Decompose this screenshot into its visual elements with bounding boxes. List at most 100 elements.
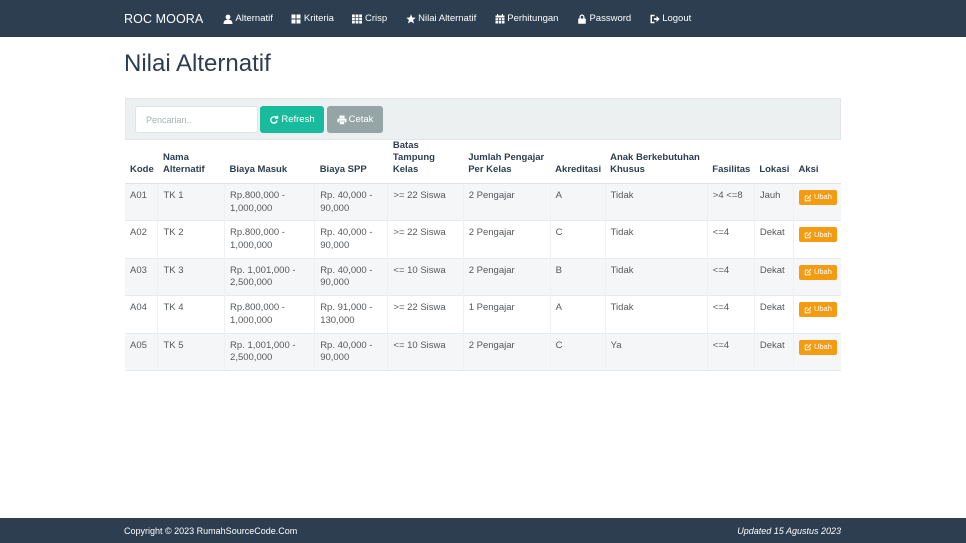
table-cell: <=4: [706, 332, 755, 371]
table-cell: B: [549, 257, 606, 296]
edit-label: Ubah: [813, 229, 832, 239]
table-cell: Rp. 40,000 - 90,000: [314, 257, 388, 296]
table-cell: Rp.800,000 - 1,000,000: [224, 182, 315, 221]
column-header: Aksi: [793, 140, 841, 184]
action-cell: Ubah: [792, 332, 841, 371]
table-cell: TK 3: [157, 257, 225, 296]
table-cell: Rp. 1,001,000 - 2,500,000: [224, 332, 315, 371]
table-cell: Rp. 40,000 - 90,000: [314, 220, 388, 259]
table-cell: Rp. 40,000 - 90,000: [314, 332, 388, 371]
edit-button[interactable]: Ubah: [798, 190, 837, 205]
nav-item-logout[interactable]: Logout: [649, 13, 691, 24]
table-cell: 2 Pengajar: [462, 257, 551, 296]
column-header[interactable]: Batas Tampung Kelas: [387, 140, 464, 184]
table-cell: C: [549, 332, 606, 371]
column-header[interactable]: Lokasi: [754, 140, 794, 184]
action-cell: Ubah: [792, 182, 841, 221]
column-header[interactable]: Akreditasi: [550, 140, 606, 184]
column-header[interactable]: Kode: [125, 140, 158, 184]
table-cell: A: [549, 295, 606, 334]
lock-icon: [576, 13, 587, 24]
nav-item-label: Password: [589, 13, 632, 24]
column-header[interactable]: Fasilitas: [707, 140, 755, 184]
table-cell: Rp. 1,001,000 - 2,500,000: [224, 257, 315, 296]
edit-icon: [804, 306, 812, 313]
edit-button[interactable]: Ubah: [798, 339, 837, 355]
refresh-button[interactable]: Refresh: [260, 106, 324, 133]
copyright-text: Copyright © 2023 RumahSourceCode.Com: [124, 526, 298, 536]
edit-button[interactable]: Ubah: [798, 227, 837, 243]
table-row: A03 TK 3 Rp. 1,001,000 - 2,500,000 Rp. 4…: [125, 257, 841, 296]
table-cell: Dekat: [753, 295, 794, 334]
nav-item-kriteria[interactable]: Kriteria: [291, 13, 334, 24]
nav-item-perhitungan[interactable]: Perhitungan: [494, 13, 558, 24]
nav-item-crisp[interactable]: Crisp: [352, 13, 387, 24]
table-cell: TK 1: [157, 182, 225, 221]
action-cell: Ubah: [792, 257, 841, 296]
table-cell: A02: [125, 220, 158, 259]
edit-label: Ubah: [813, 192, 832, 202]
brand-link[interactable]: ROC MOORA: [124, 12, 203, 26]
table-row: A01 TK 1 Rp.800,000 - 1,000,000 Rp. 40,0…: [125, 182, 841, 221]
alternative-values-table: Kode Nama Alternatif Biaya Masuk Biaya S…: [125, 140, 841, 371]
edit-icon: [804, 343, 812, 351]
table-cell: >= 22 Siswa: [387, 182, 464, 221]
table-cell: >= 22 Siswa: [387, 295, 464, 334]
table-cell: A01: [125, 182, 158, 221]
action-cell: Ubah: [792, 295, 841, 334]
search-input[interactable]: [135, 106, 258, 133]
table-row: A05 TK 5 Rp. 1,001,000 - 2,500,000 Rp. 4…: [125, 332, 841, 371]
table-cell: <= 10 Siswa: [387, 332, 464, 371]
refresh-label: Refresh: [281, 114, 315, 125]
edit-label: Ubah: [813, 267, 832, 277]
table-cell: Tidak: [604, 257, 708, 296]
refresh-icon: [270, 114, 279, 124]
table-cell: C: [549, 220, 606, 259]
table-cell: A05: [125, 332, 158, 371]
nav-item-label: Alternatif: [235, 13, 273, 24]
table-cell: >4 <=8: [706, 182, 755, 221]
column-header[interactable]: Biaya SPP: [314, 140, 388, 184]
nav-item-password[interactable]: Password: [576, 13, 631, 24]
table-cell: Tidak: [604, 220, 708, 259]
table-cell: Tidak: [604, 295, 708, 334]
nav-item-nilai-alternatif[interactable]: Nilai Alternatif: [405, 13, 476, 24]
edit-icon: [804, 269, 812, 276]
edit-button[interactable]: Ubah: [798, 264, 837, 280]
toolbar-panel: Refresh Cetak: [125, 98, 841, 140]
table-cell: TK 4: [157, 295, 225, 334]
updated-text: Updated 15 Agustus 2023: [737, 526, 841, 536]
nav-item-label: Nilai Alternatif: [418, 13, 477, 24]
nav-item-label: Crisp: [364, 13, 388, 24]
nav-item-label: Kriteria: [303, 13, 334, 24]
table-cell: TK 2: [157, 220, 225, 259]
print-label: Cetak: [348, 114, 374, 125]
column-header[interactable]: Anak Berkebutuhan Khusus: [605, 140, 708, 184]
table-cell: <=4: [706, 220, 755, 259]
page-footer: Copyright © 2023 RumahSourceCode.Com Upd…: [0, 518, 966, 543]
column-header[interactable]: Nama Alternatif: [157, 140, 225, 184]
column-header[interactable]: Jumlah Pengajar Per Kelas: [463, 140, 551, 184]
table-row: A02 TK 2 Rp.800,000 - 1,000,000 Rp. 40,0…: [125, 220, 841, 259]
edit-icon: [804, 231, 812, 239]
print-button[interactable]: Cetak: [327, 106, 383, 133]
table-cell: 2 Pengajar: [462, 182, 551, 221]
table-cell: Dekat: [753, 257, 794, 296]
table-header-row: Kode Nama Alternatif Biaya Masuk Biaya S…: [125, 140, 841, 184]
edit-label: Ubah: [813, 304, 832, 314]
table-cell: <=4: [706, 257, 755, 296]
table-cell: A03: [125, 257, 158, 296]
edit-icon: [804, 194, 812, 201]
table-cell: 2 Pengajar: [462, 220, 551, 259]
th-icon: [352, 13, 363, 24]
nav-item-alternatif[interactable]: Alternatif: [222, 13, 273, 24]
table-cell: Dekat: [753, 220, 794, 259]
table-cell: Rp.800,000 - 1,000,000: [224, 295, 315, 334]
column-header[interactable]: Biaya Masuk: [224, 140, 315, 184]
nav-item-label: Perhitungan: [507, 13, 559, 24]
edit-button[interactable]: Ubah: [798, 302, 837, 318]
table-cell: Tidak: [604, 182, 708, 221]
logout-icon: [649, 13, 660, 24]
table-cell: >= 22 Siswa: [387, 220, 464, 259]
top-navbar: ROC MOORA Alternatif Kriteria Crisp Nila…: [0, 0, 966, 37]
